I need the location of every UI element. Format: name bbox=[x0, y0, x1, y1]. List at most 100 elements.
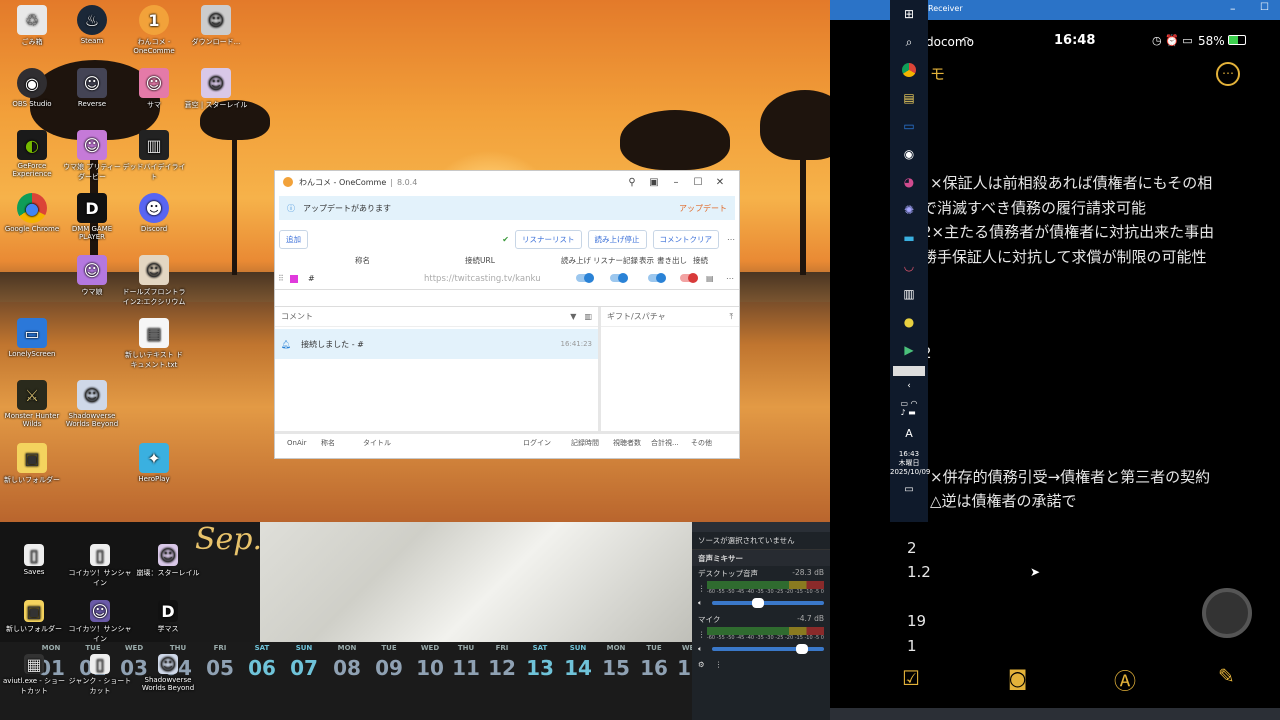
desktop-icon-mhw[interactable]: ⚔ Monster Hunter Wilds bbox=[0, 380, 64, 428]
app-icon[interactable]: ● bbox=[890, 308, 928, 336]
taskbar-clock[interactable]: 16:43 木曜日 2025/10/09 bbox=[890, 450, 930, 477]
desktop-icon-game3[interactable]: ☺ サマ bbox=[122, 68, 186, 110]
app-icon[interactable]: ✺ bbox=[890, 196, 928, 224]
display-toggle[interactable] bbox=[648, 272, 666, 283]
assistive-touch-button[interactable] bbox=[1202, 588, 1252, 638]
connection-url[interactable]: https://twitcasting.tv/kanku bbox=[424, 274, 564, 284]
add-button[interactable]: 追加 bbox=[279, 229, 308, 249]
notification-icon[interactable]: ▭ bbox=[890, 477, 928, 501]
desktop-icon-recycle[interactable]: ♲ ごみ箱 bbox=[0, 5, 64, 47]
desktop-icon-uma2[interactable]: ☺ ウマ娘 bbox=[60, 255, 124, 297]
connection-name[interactable]: # bbox=[308, 274, 424, 283]
note-line[interactable]: 2 bbox=[907, 539, 917, 557]
desktop-icon-chrome[interactable]: ● Google Chrome bbox=[0, 193, 64, 233]
more-icon[interactable]: ⋮ bbox=[715, 660, 723, 669]
settings-icon[interactable]: ⚙ bbox=[698, 660, 705, 669]
comment-item[interactable]: 🔔︎ 接続しました - # 16:41:23 bbox=[275, 329, 598, 359]
note-line[interactable]: 19 bbox=[907, 612, 926, 630]
desktop-icon-nvidia[interactable]: ◐ GeForce Experience bbox=[0, 130, 64, 178]
markup-icon[interactable]: Ⓐ bbox=[1114, 664, 1136, 696]
checklist-icon[interactable]: ☑ bbox=[902, 666, 920, 690]
desktop-icon-heroplay[interactable]: ✦ HeroPlay bbox=[122, 443, 186, 483]
connection-row[interactable]: ⠿ # https://twitcasting.tv/kanku ▤ ⋯ bbox=[275, 268, 739, 290]
listener-list-button[interactable]: リスナーリスト bbox=[515, 229, 582, 249]
volume-slider[interactable] bbox=[712, 598, 824, 608]
app-icon[interactable]: ◕ bbox=[890, 168, 928, 196]
camera-icon[interactable]: ◙ bbox=[1008, 666, 1027, 690]
minimize-icon[interactable]: – bbox=[665, 177, 687, 188]
speaker-icon[interactable]: 🔈︎ bbox=[698, 598, 712, 608]
desktop-icon-onecomme[interactable]: 1 わんコメ - OneComme bbox=[122, 5, 186, 55]
columns-icon[interactable]: ▥ bbox=[584, 312, 592, 321]
row-more-icon[interactable]: ⋯ bbox=[726, 274, 734, 283]
read-toggle[interactable] bbox=[576, 272, 594, 283]
note-line[interactable]: ×保証人は前相殺あれば債権者にもその相 bbox=[930, 172, 1212, 193]
desktop-icon-junk[interactable]: ▯ ジャンク - ショートカット bbox=[68, 654, 132, 696]
volume-slider[interactable] bbox=[712, 644, 824, 654]
comment-icon[interactable]: ▤ bbox=[706, 274, 726, 283]
desktop-icon-textdoc[interactable]: ▤ 新しいテキスト ドキュメント.txt bbox=[122, 318, 186, 370]
desktop-icon-shadow[interactable]: ☺ Shadowverse Worlds Beyond bbox=[60, 380, 124, 428]
desktop-icon-obs[interactable]: ◉ OBS Studio bbox=[0, 68, 64, 108]
color-swatch[interactable] bbox=[290, 274, 298, 283]
compose-icon[interactable]: ✎ bbox=[1218, 664, 1235, 688]
clear-comments-button[interactable]: コメントクリア bbox=[652, 229, 719, 249]
note-line[interactable]: 2×主たる債務者が債権者に対抗出来た事由 bbox=[922, 221, 1214, 242]
desktop-icon-gakumas[interactable]: D 学マス bbox=[136, 600, 200, 634]
close-icon[interactable]: ✕ bbox=[709, 177, 731, 188]
monitor-icon[interactable]: ▭ bbox=[890, 112, 928, 140]
desktop-icon-folder[interactable]: ▣ 新しいフォルダー bbox=[0, 443, 64, 485]
app-icon[interactable]: ▬ bbox=[890, 224, 928, 252]
file-explorer-icon[interactable]: ▤ bbox=[890, 84, 928, 112]
onecomme-titlebar[interactable]: わんコメ - OneComme | 8.0.4 ⚲ ▣ – ☐ ✕ bbox=[275, 171, 739, 193]
desktop-icon-dbd[interactable]: ▥ デッドバイデイライト bbox=[122, 130, 186, 182]
ime-indicator[interactable]: A bbox=[890, 422, 928, 444]
chevron-left-icon[interactable]: ‹ bbox=[890, 378, 928, 394]
app-icon[interactable]: ▶ bbox=[890, 336, 928, 364]
windows-start-icon[interactable]: ⊞ bbox=[890, 0, 928, 28]
note-line[interactable]: 1 bbox=[907, 637, 917, 655]
speaker-icon[interactable]: 🔈︎ bbox=[698, 644, 712, 654]
desktop-icon-saves[interactable]: ▯ Saves bbox=[2, 544, 66, 576]
note-line[interactable]: で消滅すべき債務の履行請求可能 bbox=[922, 197, 1146, 218]
filter-icon[interactable]: ▼ bbox=[570, 312, 576, 321]
desktop-icon-dmm[interactable]: D DMM GAME PLAYER bbox=[60, 193, 124, 241]
desktop-icon-shadow2[interactable]: ☺ Shadowverse Worlds Beyond bbox=[136, 654, 200, 692]
maximize-icon[interactable]: ☐ bbox=[1260, 2, 1269, 13]
desktop-icon-dolls[interactable]: ☺ ドールズフロントライン2:エクシリウム bbox=[122, 255, 186, 307]
minimize-icon[interactable]: – bbox=[1230, 2, 1236, 15]
stop-reading-button[interactable]: 読み上げ停止 bbox=[587, 229, 647, 249]
back-button[interactable]: モ bbox=[930, 63, 945, 84]
desktop-icon-discord[interactable]: ☻ Discord bbox=[122, 193, 186, 233]
desktop-icon-game1[interactable]: ☺ ダウンロード... bbox=[184, 5, 248, 47]
desktop-icon-aviutl[interactable]: ▦ aviutl.exe - ショートカット bbox=[2, 654, 66, 696]
miniplayer-icon[interactable]: ▣ bbox=[643, 177, 665, 188]
drag-handle-icon[interactable]: ⠿ bbox=[278, 274, 288, 283]
connect-toggle[interactable] bbox=[680, 272, 698, 283]
pin-icon[interactable]: ⚲ bbox=[621, 177, 643, 188]
maximize-icon[interactable]: ☐ bbox=[687, 177, 709, 188]
more-icon[interactable]: ⋯ bbox=[727, 235, 735, 244]
obs-icon[interactable]: ◉ bbox=[890, 140, 928, 168]
note-line[interactable]: 1.2 bbox=[907, 563, 931, 581]
desktop-icon-newfolder2[interactable]: ▣ 新しいフォルダー bbox=[2, 600, 66, 634]
app-icon[interactable]: ▥ bbox=[890, 280, 928, 308]
more-options-icon[interactable]: ⋯ bbox=[1216, 62, 1240, 86]
desktop-icon-koikatsu2[interactable]: ☺ コイカツ！サンシャイン bbox=[68, 600, 132, 644]
kebab-icon[interactable]: ⋮ bbox=[698, 584, 707, 593]
app-icon[interactable]: ◡ bbox=[890, 252, 928, 280]
desktop-icon-koikatsu[interactable]: ▯ コイカツ！サンシャイン bbox=[68, 544, 132, 588]
note-line[interactable]: 勝手保証人に対抗して求償が制限の可能性 bbox=[922, 246, 1207, 267]
tray-icons[interactable]: ▭ ◠ ♪ ▬ bbox=[890, 394, 928, 422]
desktop-icon-lonely[interactable]: ▭ LonelyScreen bbox=[0, 318, 64, 358]
desktop-icon-game4[interactable]: ☺ 蒼空 | スターレイル bbox=[184, 68, 248, 110]
desktop-icon-steam[interactable]: ♨ Steam bbox=[60, 5, 124, 45]
taskbar-scrollbar[interactable] bbox=[893, 366, 925, 376]
update-link[interactable]: アップデート bbox=[679, 203, 727, 214]
search-icon[interactable]: ⌕ bbox=[890, 28, 928, 56]
expand-icon[interactable]: ⤒ bbox=[729, 312, 733, 322]
listener-toggle[interactable] bbox=[610, 272, 628, 283]
desktop-icon-game2[interactable]: ☺ Reverse bbox=[60, 68, 124, 108]
desktop-icon-uma[interactable]: ☺ ウマ娘 プリティーダービー bbox=[60, 130, 124, 182]
note-line[interactable]: ×併存的債務引受→債権者と第三者の契約 bbox=[930, 466, 1210, 487]
